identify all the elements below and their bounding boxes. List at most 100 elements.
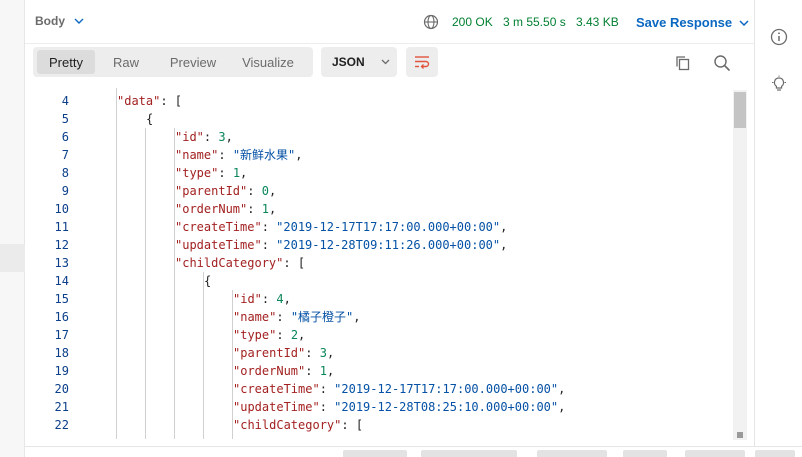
code-text: "name": "新鲜水果", xyxy=(175,146,303,164)
json-punctuation: : xyxy=(305,346,320,360)
json-punctuation: , xyxy=(298,328,306,342)
right-sidebar xyxy=(754,0,802,457)
line-number: 17 xyxy=(54,328,69,342)
json-key: "data" xyxy=(117,94,161,108)
json-key: "id" xyxy=(233,292,262,306)
code-line: 8 "type": 1, xyxy=(25,164,725,182)
status-bar-item[interactable] xyxy=(623,450,667,457)
json-string: "2019-12-17T17:17:00.000+00:00" xyxy=(334,382,559,396)
json-key: "name" xyxy=(233,310,277,324)
save-response-button[interactable]: Save Response xyxy=(636,15,749,30)
line-number: 7 xyxy=(61,148,69,162)
json-number: 3 xyxy=(319,346,327,360)
tab-visualize[interactable]: Visualize xyxy=(229,50,307,74)
status-bar-item[interactable] xyxy=(421,450,517,457)
json-key: "id" xyxy=(175,130,204,144)
json-punctuation: : [ xyxy=(283,256,306,270)
json-punctuation: , xyxy=(353,310,361,324)
left-panel-selected-row[interactable] xyxy=(0,244,25,272)
body-section-dropdown[interactable]: Body xyxy=(35,14,84,28)
code-text: "parentId": 0, xyxy=(175,182,276,200)
tab-raw[interactable]: Raw xyxy=(95,50,157,74)
json-number: 1 xyxy=(261,202,269,216)
line-number: 12 xyxy=(54,238,69,252)
json-key: "createTime" xyxy=(233,382,320,396)
json-key: "childCategory" xyxy=(233,418,342,432)
line-number: 8 xyxy=(61,166,69,180)
response-time[interactable]: 3 m 55.50 s xyxy=(503,15,566,29)
json-key: "createTime" xyxy=(175,220,262,234)
code-text: "childCategory": [ xyxy=(233,416,363,434)
copy-icon[interactable] xyxy=(674,54,692,72)
json-string: "橘子橙子" xyxy=(290,310,354,324)
json-punctuation: , xyxy=(558,400,566,414)
json-punctuation: : xyxy=(276,310,291,324)
json-punctuation: : xyxy=(218,148,233,162)
code-text: "createTime": "2019-12-17T17:17:00.000+0… xyxy=(233,380,565,398)
json-punctuation: : xyxy=(261,220,277,234)
json-punctuation: : xyxy=(276,328,291,342)
json-key: "parentId" xyxy=(175,184,248,198)
wrap-lines-button[interactable] xyxy=(406,47,438,77)
json-number: 1 xyxy=(232,166,241,180)
json-key: "parentId" xyxy=(233,346,306,360)
editor-scrollbar[interactable] xyxy=(733,90,747,440)
json-key: "orderNum" xyxy=(175,202,248,216)
code-text: "updateTime": "2019-12-28T09:11:26.000+0… xyxy=(175,236,507,254)
code-text: "type": 2, xyxy=(233,326,305,344)
json-punctuation: , xyxy=(326,346,335,360)
code-line: 16 "name": "橘子橙子", xyxy=(25,308,725,326)
code-line: 15 "id": 4, xyxy=(25,290,725,308)
globe-icon[interactable] xyxy=(423,14,439,30)
json-number: 0 xyxy=(261,184,269,198)
response-header: Body 200 OK 3 m 55.50 s 3.43 KB Save Res… xyxy=(25,0,754,44)
chevron-down-icon xyxy=(381,59,390,65)
status-bar-item[interactable] xyxy=(755,450,795,457)
response-body-editor[interactable]: 4 "data": [5{6 "id": 3, 7 "name": "新鲜水果", 8 "t… xyxy=(25,88,748,439)
scroll-down-arrow[interactable] xyxy=(737,432,743,438)
json-punctuation: , xyxy=(558,382,566,396)
format-select[interactable]: JSON xyxy=(321,47,397,77)
line-number: 14 xyxy=(54,274,69,288)
code-text: "id": 4, xyxy=(233,290,291,308)
json-key: "type" xyxy=(175,166,219,180)
json-punctuation: : xyxy=(247,184,262,198)
tab-preview[interactable]: Preview xyxy=(157,50,229,74)
line-number: 21 xyxy=(54,400,69,414)
status-bar-item[interactable] xyxy=(685,450,745,457)
json-punctuation: , xyxy=(225,130,233,144)
tab-pretty[interactable]: Pretty xyxy=(37,50,95,74)
code-text: "childCategory": [ xyxy=(175,254,305,272)
status-bar xyxy=(25,446,802,457)
code-text: "createTime": "2019-12-17T17:17:00.000+0… xyxy=(175,218,507,236)
status-code[interactable]: 200 OK xyxy=(452,15,493,29)
code-text: "orderNum": 1, xyxy=(233,362,334,380)
info-button[interactable] xyxy=(768,26,790,48)
left-panel-edge xyxy=(0,0,25,457)
json-number: 4 xyxy=(276,292,284,306)
search-icon[interactable] xyxy=(713,54,731,72)
json-punctuation: : xyxy=(319,382,335,396)
json-punctuation: { xyxy=(204,274,212,288)
line-number: 9 xyxy=(61,184,69,198)
line-number: 22 xyxy=(54,418,69,432)
line-number: 15 xyxy=(54,292,69,306)
suggestions-button[interactable] xyxy=(768,73,790,95)
line-number: 19 xyxy=(54,364,69,378)
status-bar-item[interactable] xyxy=(537,450,607,457)
status-bar-item[interactable] xyxy=(343,450,407,457)
line-number: 13 xyxy=(54,256,69,270)
scrollbar-thumb[interactable] xyxy=(734,92,746,128)
body-section-label: Body xyxy=(35,14,65,28)
json-punctuation: , xyxy=(240,166,248,180)
json-punctuation: : xyxy=(319,400,335,414)
code-line: 21 "updateTime": "2019-12-28T08:25:10.000… xyxy=(25,398,725,416)
line-number: 11 xyxy=(54,220,69,234)
code-text: "updateTime": "2019-12-28T08:25:10.000+0… xyxy=(233,398,565,416)
json-punctuation: : xyxy=(218,166,233,180)
json-key: "orderNum" xyxy=(233,364,306,378)
response-size[interactable]: 3.43 KB xyxy=(576,15,619,29)
code-line: 13 "childCategory": [ xyxy=(25,254,725,272)
code-line: 5{ xyxy=(25,110,725,128)
json-punctuation: : xyxy=(305,364,320,378)
